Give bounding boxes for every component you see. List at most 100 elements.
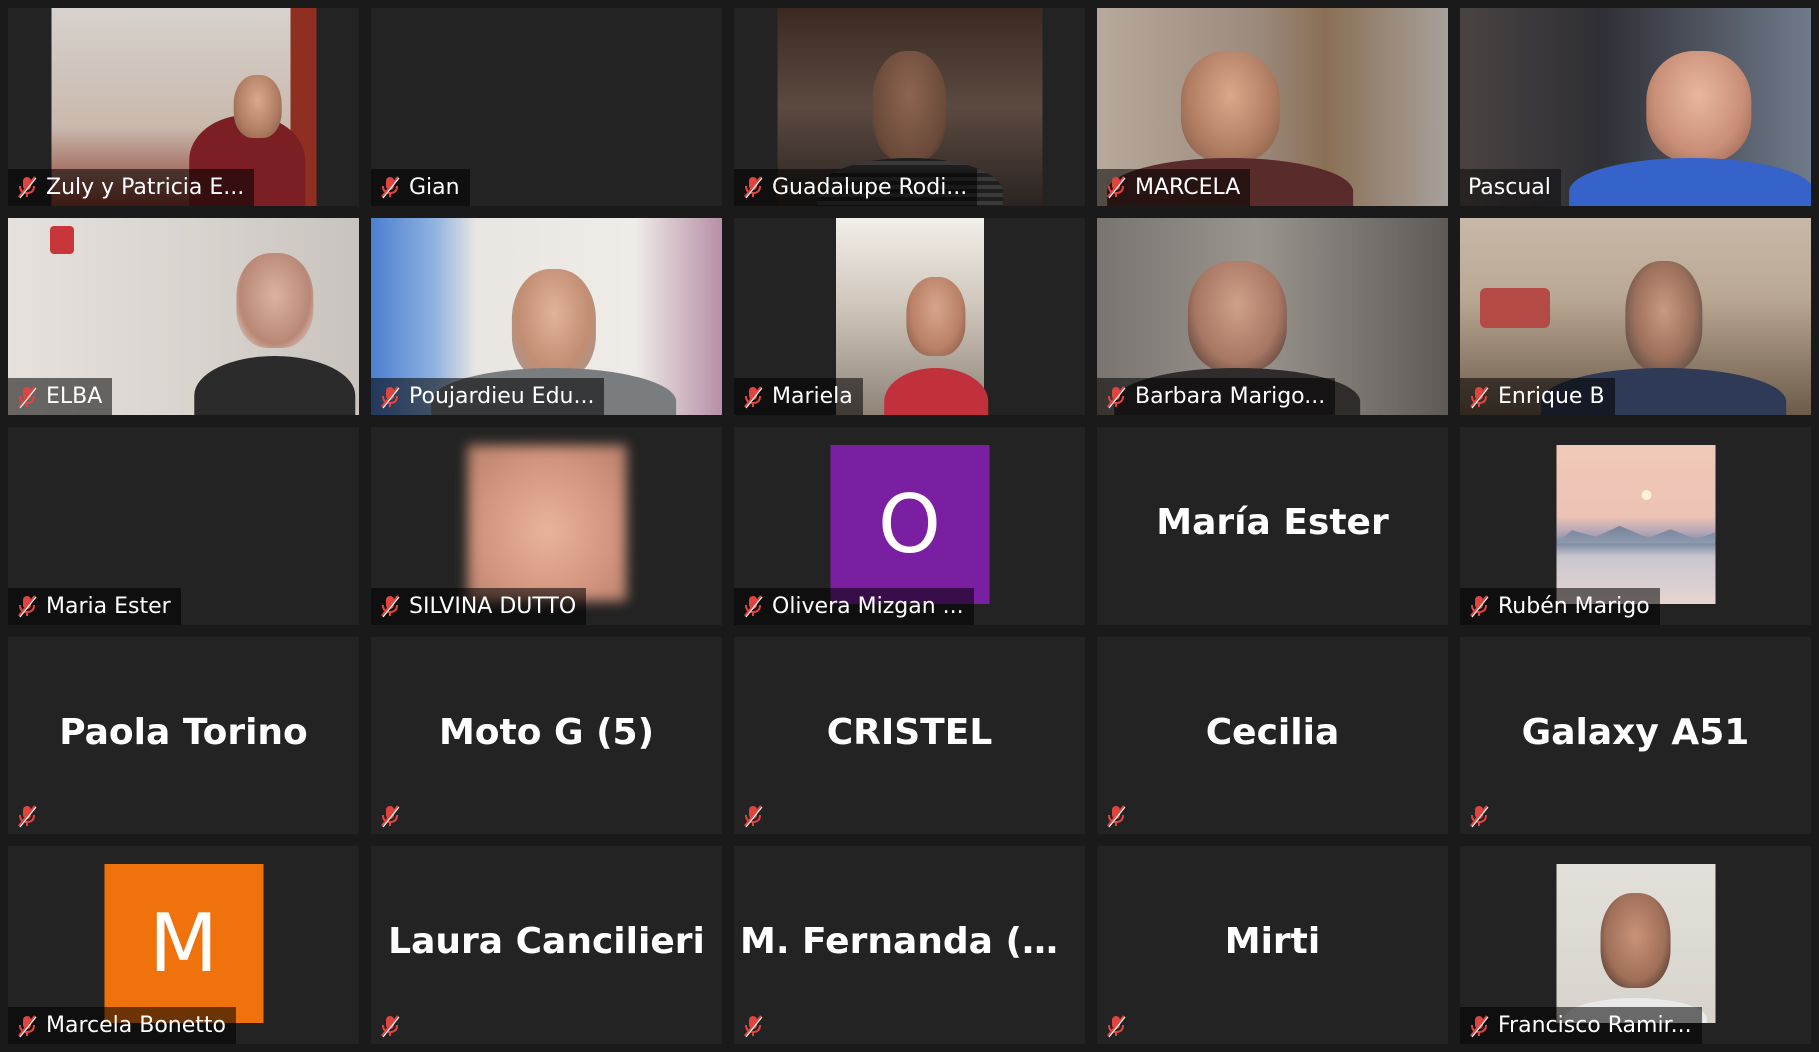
participant-tile[interactable]: María Ester [1097,427,1448,625]
name-label [371,797,411,834]
participant-tile[interactable]: ELBA [8,217,359,416]
sun-icon [1641,489,1652,500]
participant-name: Mariela [772,384,853,410]
name-label: Francisco Ramir... [1460,1007,1702,1044]
name-label: ELBA [8,378,113,416]
name-label: MARCELA [1097,168,1251,206]
profile-picture [1556,864,1715,1024]
participant-display-name: M. Fernanda (A... [740,921,1085,963]
mic-muted-icon [1105,804,1127,828]
mic-muted-icon [1105,175,1127,199]
mic-muted-icon [16,594,38,618]
participant-display-name: Cecilia [1205,711,1340,753]
participant-name: Gian [409,174,460,200]
participant-tile[interactable]: Zuly y Patricia E... [8,8,359,206]
participant-tile[interactable]: Laura Cancilieri [371,846,722,1044]
name-label [734,797,774,834]
participant-tile[interactable]: M Marcela Bonetto [8,846,359,1044]
name-label [1097,797,1137,834]
name-label: Mariela [734,378,863,416]
name-label: Zuly y Patricia E... [8,168,255,206]
participant-display-name: CRISTEL [826,711,993,753]
participant-tile[interactable]: Cecilia [1097,636,1448,835]
name-label: Olivera Mizgan ... [734,587,974,625]
mic-muted-icon [379,175,401,199]
gallery-view: Zuly y Patricia E... Gian Guadalupe Rodi… [0,0,1819,1052]
participant-name: Guadalupe Rodi... [772,174,968,200]
participant-tile[interactable]: MARCELA [1097,8,1448,206]
mic-muted-icon [379,594,401,618]
name-label [1460,797,1500,834]
mic-muted-icon [742,594,764,618]
mic-muted-icon [1468,385,1490,409]
participant-name: Marcela Bonetto [46,1013,226,1038]
participant-tile[interactable]: Pascual [1460,8,1811,206]
participant-name: Olivera Mizgan ... [772,593,964,619]
name-label: Poujardieu Edu... [371,378,605,416]
participant-tile[interactable]: Mirti [1097,846,1448,1044]
mic-muted-icon [379,385,401,409]
participant-display-name: Laura Cancilieri [388,921,705,963]
participant-tile[interactable]: SILVINA DUTTO [371,427,722,625]
mic-muted-icon [1468,594,1490,618]
name-label [371,1007,411,1044]
mic-muted-icon [379,1014,401,1038]
participant-tile[interactable]: Guadalupe Rodi... [734,8,1085,206]
profile-picture [1556,445,1715,605]
mic-muted-icon [16,175,38,199]
participant-tile[interactable]: Poujardieu Edu... [371,217,722,416]
name-label: Guadalupe Rodi... [734,168,978,206]
participant-name: SILVINA DUTTO [409,593,577,619]
participant-tile[interactable]: M. Fernanda (A... [734,846,1085,1044]
participant-name: Zuly y Patricia E... [46,174,245,200]
name-label: Barbara Marigo... [1097,378,1336,416]
participant-name: Poujardieu Edu... [409,384,595,410]
participant-display-name: Galaxy A51 [1521,711,1750,753]
mic-muted-icon [379,804,401,828]
participant-tile[interactable]: Paola Torino [8,636,359,835]
participant-display-name: Mirti [1224,921,1321,963]
participant-display-name: Paola Torino [59,711,308,753]
mic-muted-icon [1105,1014,1127,1038]
mic-muted-icon [16,385,38,409]
name-label: Enrique B [1460,378,1615,416]
mic-muted-icon [16,804,38,828]
participant-name: Enrique B [1498,384,1605,410]
participant-name: MARCELA [1135,174,1241,200]
mic-muted-icon [1468,1014,1490,1038]
participant-tile[interactable]: Mariela [734,217,1085,416]
participant-tile[interactable]: Enrique B [1460,217,1811,416]
participant-tile[interactable]: Francisco Ramir... [1460,846,1811,1044]
participant-name: Pascual [1468,174,1551,200]
participant-name: ELBA [46,384,103,410]
participant-name: Francisco Ramir... [1498,1013,1692,1038]
mic-muted-icon [742,1014,764,1038]
name-label [734,1007,774,1044]
name-label: SILVINA DUTTO [371,587,587,625]
avatar: M [104,864,263,1024]
mic-muted-icon [1468,804,1490,828]
mic-muted-icon [16,1014,38,1038]
participant-tile[interactable]: Maria Ester [8,427,359,625]
participant-display-name: Moto G (5) [438,711,655,753]
name-label [8,797,48,834]
participant-tile[interactable]: Gian [371,8,722,206]
participant-tile[interactable]: CRISTEL [734,636,1085,835]
profile-picture [467,445,626,602]
participant-display-name: María Ester [1156,502,1389,544]
participant-tile[interactable]: O Olivera Mizgan ... [734,427,1085,625]
mountain-icon [1556,525,1715,544]
participant-name: Barbara Marigo... [1135,384,1326,410]
mic-muted-icon [742,804,764,828]
participant-tile[interactable]: Moto G (5) [371,636,722,835]
participant-tile[interactable]: Rubén Marigo [1460,427,1811,625]
mic-muted-icon [742,175,764,199]
avatar: O [830,445,989,605]
name-label: Pascual [1460,168,1561,206]
participant-tile[interactable]: Galaxy A51 [1460,636,1811,835]
participant-tile[interactable]: Barbara Marigo... [1097,217,1448,416]
name-label: Gian [371,168,470,206]
mic-muted-icon [742,385,764,409]
mic-muted-icon [1105,385,1127,409]
participant-name: Rubén Marigo [1498,593,1650,619]
